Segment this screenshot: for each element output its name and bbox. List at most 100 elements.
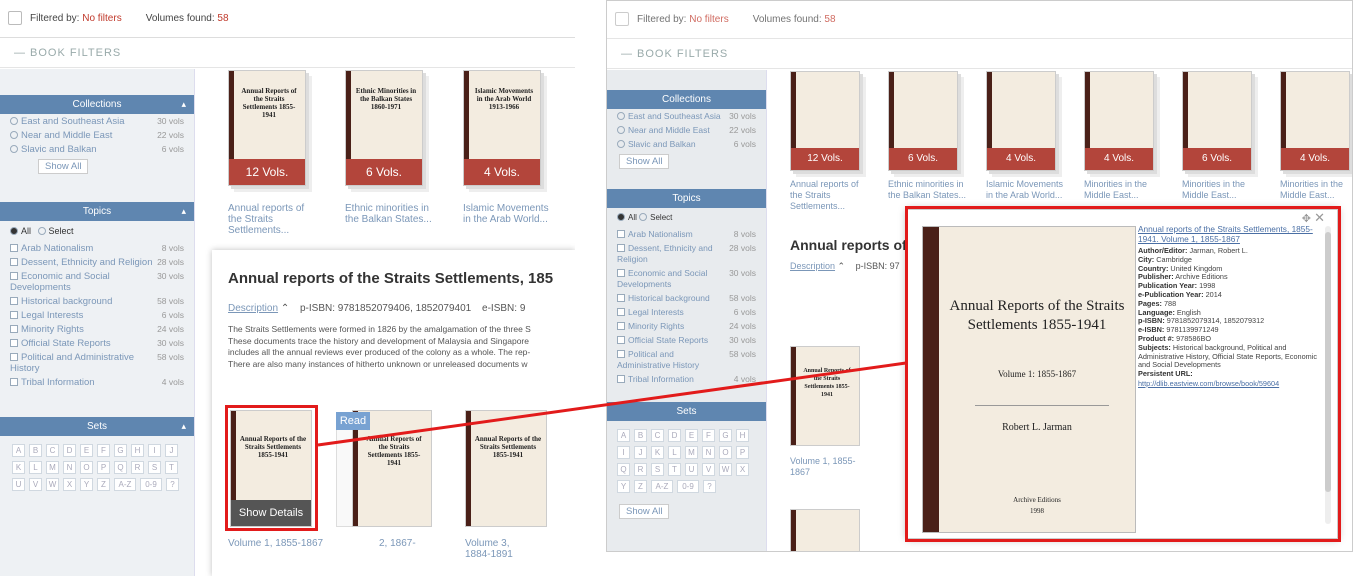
set-letter[interactable]: E <box>685 429 698 442</box>
topics-header[interactable]: Topics ▴ <box>0 202 194 221</box>
book-cover[interactable]: 4 Vols. <box>986 71 1056 171</box>
topic-item[interactable]: Minority Rights 24 vols <box>0 322 194 336</box>
set-letter[interactable]: Y <box>80 478 93 491</box>
book-cover[interactable]: Islamic Movements in the Arab World 1913… <box>463 70 541 186</box>
book-cover[interactable]: 6 Vols. <box>1182 71 1252 171</box>
checkbox[interactable] <box>10 353 18 361</box>
set-letter[interactable]: C <box>46 444 59 457</box>
checkbox[interactable] <box>10 311 18 319</box>
set-letter[interactable]: H <box>736 429 749 442</box>
set-letter[interactable]: 0-9 <box>140 478 162 491</box>
show-all-button[interactable]: Show All <box>619 154 670 169</box>
set-letter[interactable]: Z <box>634 480 647 493</box>
collapse-icon[interactable]: ▴ <box>181 417 186 436</box>
filter-icon[interactable] <box>8 11 22 25</box>
topic-item[interactable]: Dessent, Ethnicity and Religion 28 vols <box>0 255 194 269</box>
topic-item[interactable]: Tribal Information 4 vols <box>0 375 194 389</box>
topic-item[interactable]: Economic and Social Developments 30 vols <box>0 269 194 294</box>
collection-item[interactable]: East and Southeast Asia 30 vols <box>0 114 194 128</box>
book-cover[interactable]: Annual Reports of the Straits Settlement… <box>228 70 306 186</box>
set-letter[interactable]: G <box>114 444 127 457</box>
set-letter[interactable]: J <box>165 444 178 457</box>
set-letter[interactable]: L <box>29 461 42 474</box>
set-letter[interactable]: Z <box>97 478 110 491</box>
volume-cover[interactable]: Annual Reports of the Straits Settlement… <box>790 346 860 446</box>
set-letter[interactable]: P <box>97 461 110 474</box>
show-all-button[interactable]: Show All <box>38 159 89 174</box>
radio[interactable] <box>10 145 18 153</box>
set-letter[interactable]: H <box>131 444 144 457</box>
volume-title[interactable]: Volume 1, 1855-1867 <box>790 456 862 478</box>
set-letter[interactable]: O <box>719 446 732 459</box>
collection-item[interactable]: Near and Middle East 22 vols <box>0 128 194 142</box>
checkbox[interactable] <box>10 297 18 305</box>
checkbox[interactable] <box>10 378 18 386</box>
set-letter[interactable]: 0-9 <box>677 480 699 493</box>
collections-header[interactable]: Collections ▴ <box>0 95 194 114</box>
topic-item[interactable]: Arab Nationalism 8 vols <box>0 241 194 255</box>
collapse-icon[interactable]: ▴ <box>181 202 186 221</box>
filtered-value[interactable]: No filters <box>82 13 121 24</box>
set-letter[interactable]: A-Z <box>651 480 673 493</box>
set-letter[interactable]: G <box>719 429 732 442</box>
book-cover[interactable]: 4 Vols. <box>1280 71 1350 171</box>
book-title[interactable]: Ethnic minorities in the Balkan States..… <box>888 179 968 201</box>
set-letter[interactable]: S <box>148 461 161 474</box>
book-title[interactable]: Ethnic minorities in the Balkan States..… <box>345 203 437 225</box>
volume-title[interactable]: Volume 1, 1855-1867 <box>228 538 348 549</box>
set-letter[interactable]: C <box>651 429 664 442</box>
set-letter[interactable]: R <box>131 461 144 474</box>
book-title[interactable]: Annual reports of the Straits Settlement… <box>790 179 870 212</box>
set-letter[interactable]: U <box>685 463 698 476</box>
set-letter[interactable]: P <box>736 446 749 459</box>
set-letter[interactable]: Q <box>617 463 630 476</box>
set-letter[interactable]: A-Z <box>114 478 136 491</box>
book-title[interactable]: Islamic Movements in the Arab World... <box>463 203 555 225</box>
set-letter[interactable]: L <box>668 446 681 459</box>
set-letter[interactable]: S <box>651 463 664 476</box>
book-title[interactable]: Minorities in the Middle East... <box>1084 179 1164 201</box>
checkbox[interactable] <box>10 272 18 280</box>
set-letter[interactable]: T <box>668 463 681 476</box>
sets-header[interactable]: Sets ▴ <box>0 417 194 436</box>
volume-title[interactable]: Volume 3, 1884-1891 <box>465 538 535 560</box>
collapse-icon[interactable]: ▴ <box>181 95 186 114</box>
book-filters-toggle[interactable]: — BOOK FILTERS <box>607 39 1352 69</box>
checkbox[interactable] <box>10 325 18 333</box>
set-letter[interactable]: E <box>80 444 93 457</box>
topic-item[interactable]: Political and Administrative History 58 v… <box>0 350 194 375</box>
set-letter[interactable]: Y <box>617 480 630 493</box>
set-letter[interactable]: U <box>12 478 25 491</box>
checkbox[interactable] <box>10 339 18 347</box>
topic-item[interactable]: Official State Reports 30 vols <box>0 336 194 350</box>
set-letter[interactable]: D <box>668 429 681 442</box>
set-letter[interactable]: R <box>634 463 647 476</box>
checkbox[interactable] <box>10 244 18 252</box>
set-letter[interactable]: W <box>719 463 732 476</box>
set-letter[interactable]: T <box>165 461 178 474</box>
set-letter[interactable]: J <box>634 446 647 459</box>
book-cover[interactable]: Ethnic Minorities in the Balkan States 1… <box>345 70 423 186</box>
read-button[interactable]: Read <box>336 412 370 430</box>
book-title[interactable]: Minorities in the Middle East... <box>1182 179 1262 201</box>
checkbox[interactable] <box>10 258 18 266</box>
volume-cover[interactable] <box>790 509 860 551</box>
topics-header[interactable]: Topics <box>607 189 766 208</box>
description-toggle[interactable]: Description <box>228 303 278 314</box>
collections-header[interactable]: Collections <box>607 90 766 109</box>
set-letter[interactable]: W <box>46 478 59 491</box>
set-letter[interactable]: A <box>617 429 630 442</box>
book-filters-toggle[interactable]: — BOOK FILTERS <box>0 38 575 68</box>
set-letter[interactable]: V <box>29 478 42 491</box>
chevron-up-icon[interactable]: ⌃ <box>281 303 289 314</box>
set-letter[interactable]: Q <box>114 461 127 474</box>
set-letter[interactable]: M <box>685 446 698 459</box>
topic-item[interactable]: Legal Interests 6 vols <box>0 308 194 322</box>
volume-title[interactable]: 2, 1867- <box>379 538 439 549</box>
select-radio[interactable] <box>37 227 46 235</box>
set-letter[interactable]: B <box>29 444 42 457</box>
set-letter[interactable]: F <box>702 429 715 442</box>
set-letter[interactable]: V <box>702 463 715 476</box>
book-cover[interactable]: 4 Vols. <box>1084 71 1154 171</box>
collection-item[interactable]: Slavic and Balkan 6 vols <box>0 142 194 156</box>
